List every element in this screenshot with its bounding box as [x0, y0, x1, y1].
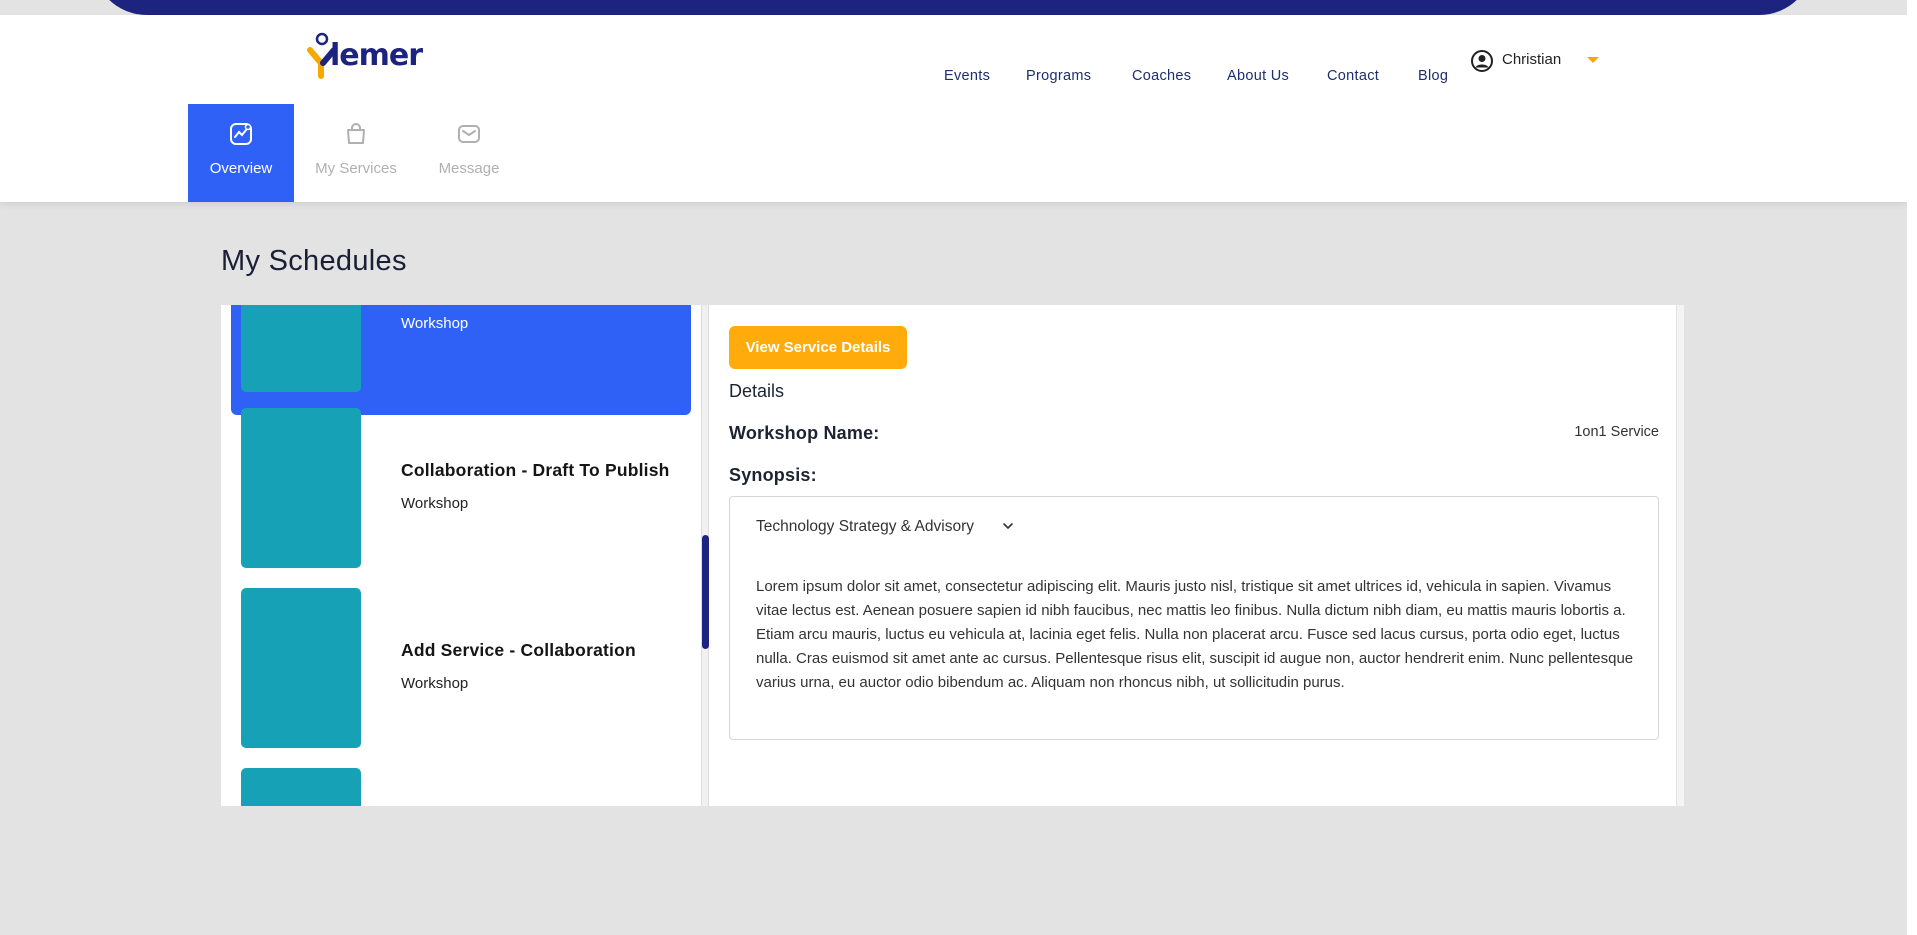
view-service-details-button[interactable]: View Service Details	[729, 326, 907, 369]
schedule-type: Workshop	[401, 495, 469, 512]
tab-message[interactable]: Message	[428, 104, 510, 202]
list-scrollbar-thumb[interactable]	[702, 535, 709, 649]
nav-about-us[interactable]: About Us	[1227, 68, 1289, 84]
schedules-panel: Workshop Collaboration - Draft To Publis…	[221, 305, 1684, 806]
chart-icon	[230, 123, 252, 145]
tab-overview[interactable]: Overview	[188, 104, 294, 202]
schedule-thumbnail	[241, 408, 361, 568]
tab-overview-label: Overview	[209, 160, 273, 177]
nav-contact[interactable]: Contact	[1327, 68, 1379, 84]
schedule-thumbnail	[241, 305, 361, 392]
user-circle-icon	[1471, 50, 1493, 72]
site-header: lemer Events Programs Coaches About Us C…	[0, 15, 1907, 202]
bag-icon	[347, 123, 365, 144]
logo-text: lemer	[330, 38, 423, 73]
tab-my-services[interactable]: My Services	[304, 104, 408, 202]
chevron-down-icon[interactable]	[1002, 521, 1014, 531]
list-item[interactable]: Workshop	[231, 305, 691, 415]
workshop-name-label: Workshop Name:	[729, 423, 880, 443]
details-scrollbar-track[interactable]	[1676, 305, 1684, 806]
nav-coaches[interactable]: Coaches	[1132, 68, 1191, 84]
nav-programs[interactable]: Programs	[1026, 68, 1091, 84]
top-decorative-band	[92, 0, 1814, 15]
schedule-thumbnail	[241, 768, 361, 806]
user-name: Christian	[1502, 51, 1562, 68]
schedule-title: Collaboration - Draft To Publish	[401, 460, 670, 480]
schedule-title: Add Service - Collaboration	[401, 640, 636, 660]
synopsis-label: Synopsis:	[729, 465, 817, 485]
schedule-type: Workshop	[401, 675, 469, 692]
list-item[interactable]	[231, 768, 691, 806]
schedule-list[interactable]: Workshop Collaboration - Draft To Publis…	[221, 305, 701, 806]
nav-blog[interactable]: Blog	[1418, 68, 1448, 84]
synopsis-box: Technology Strategy & Advisory Lorem ips…	[729, 496, 1659, 740]
category-dropdown[interactable]: Technology Strategy & Advisory	[756, 518, 974, 536]
page-title: My Schedules	[221, 245, 407, 277]
details-pane: View Service Details Details Workshop Na…	[729, 305, 1659, 806]
tab-message-label: Message	[438, 160, 500, 177]
window-edge	[1907, 0, 1917, 935]
details-heading: Details	[729, 381, 785, 401]
synopsis-text: Lorem ipsum dolor sit amet, consectetur …	[756, 578, 1634, 691]
list-item[interactable]: Collaboration - Draft To Publish Worksho…	[231, 408, 691, 568]
logo[interactable]: lemer	[306, 30, 426, 80]
envelope-icon	[458, 125, 480, 143]
tab-my-services-label: My Services	[315, 160, 397, 177]
workshop-name-value: 1on1 Service	[1574, 424, 1659, 440]
schedule-thumbnail	[241, 588, 361, 748]
schedule-type: Workshop	[401, 315, 469, 332]
nav-events[interactable]: Events	[944, 68, 990, 84]
chevron-down-icon[interactable]	[1587, 57, 1599, 63]
list-item[interactable]: Add Service - Collaboration Workshop	[231, 588, 691, 748]
